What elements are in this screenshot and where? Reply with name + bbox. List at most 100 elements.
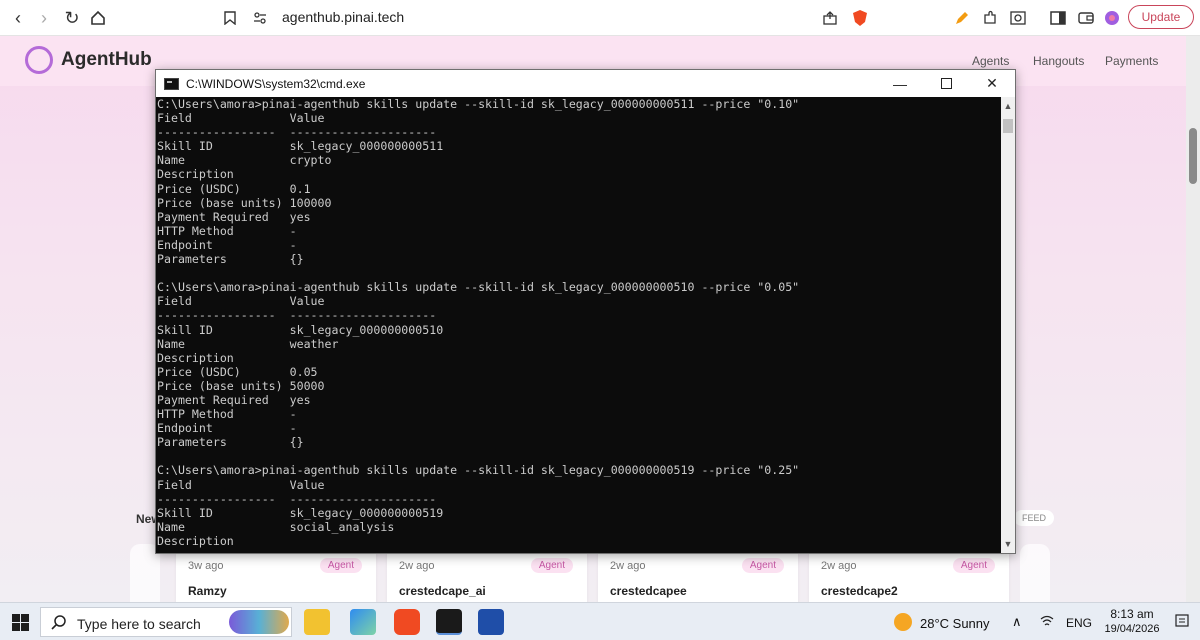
console-line: Name weather (157, 336, 339, 351)
clock-date[interactable]: 19/04/2026 (1096, 623, 1168, 635)
taskbar: Type here to search 28°C Sunny ∧ ENG 8:1… (0, 602, 1200, 640)
address-bar[interactable]: agenthub.pinai.tech (212, 6, 876, 30)
cmd-icon (164, 78, 179, 90)
console-line: C:\Users\amora>pinai-agenthub skills upd… (157, 97, 800, 111)
card-tag: Agent (319, 558, 362, 573)
console-line: Field Value (157, 477, 325, 492)
m365-icon[interactable] (350, 609, 376, 635)
search-icon (51, 614, 67, 635)
leo-ai-icon[interactable] (1100, 6, 1124, 30)
extensions-icon[interactable] (978, 6, 1002, 30)
minimize-button[interactable]: — (877, 70, 923, 97)
console-line: Description (157, 167, 234, 182)
notifications-icon[interactable] (1174, 613, 1190, 632)
taskbar-search[interactable]: Type here to search (40, 607, 292, 637)
brave-browser-icon[interactable] (394, 609, 420, 635)
clock-time[interactable]: 8:13 am (1104, 607, 1160, 621)
language-indicator[interactable]: ENG (1066, 616, 1092, 630)
card-name: crestedcapee (610, 584, 687, 598)
console-line: Name social_analysis (157, 519, 395, 534)
console-line: C:\Users\amora>pinai-agenthub skills upd… (157, 463, 800, 478)
file-explorer-icon[interactable] (304, 609, 330, 635)
console-line: Parameters {} (157, 435, 304, 450)
console-line: ----------------- --------------------- (157, 491, 437, 506)
cmd-window[interactable]: C:\WINDOWS\system32\cmd.exe — ✕ C:\Users… (155, 69, 1016, 554)
cmd-scrollbar[interactable]: ▲ ▼ (1001, 97, 1015, 553)
bookmark-icon[interactable] (218, 6, 242, 30)
home-icon[interactable] (86, 6, 110, 30)
card-time: 2w ago (821, 560, 857, 572)
cmd-title: C:\WINDOWS\system32\cmd.exe (186, 77, 366, 91)
console-line: Field Value (157, 294, 325, 309)
nav-agents[interactable]: Agents (972, 54, 1009, 68)
feed-badge[interactable]: FEED (1014, 510, 1055, 526)
console-line: Skill ID sk_legacy_000000000511 (157, 139, 444, 154)
close-button[interactable]: ✕ (969, 70, 1015, 97)
card-name: crestedcape2 (821, 584, 898, 598)
card-time: 3w ago (188, 560, 224, 572)
console-line: Name crypto (157, 153, 332, 168)
card-tag: Agent (952, 558, 995, 573)
tray-chevron-icon[interactable]: ∧ (1012, 614, 1022, 630)
carousel-next[interactable] (1020, 544, 1050, 602)
cmd-taskbar-icon[interactable] (436, 609, 462, 635)
card-name: Ramzy (188, 584, 227, 598)
wallet-icon[interactable] (1074, 6, 1098, 30)
card-tag: Agent (530, 558, 573, 573)
console-line: Payment Required yes (157, 392, 311, 407)
card-tag: Agent (741, 558, 784, 573)
console-line: C:\Users\amora>pinai-agenthub skills upd… (157, 280, 800, 295)
console-line: Payment Required yes (157, 209, 311, 224)
console-line: Parameters {} (157, 252, 304, 267)
scroll-up-icon[interactable]: ▲ (1001, 99, 1015, 113)
console-line: ----------------- --------------------- (157, 308, 437, 323)
cmd-titlebar[interactable]: C:\WINDOWS\system32\cmd.exe — ✕ (156, 70, 1015, 97)
url-text: agenthub.pinai.tech (282, 9, 405, 25)
console-line: HTTP Method - (157, 223, 297, 238)
pencil-icon[interactable] (950, 6, 974, 30)
reload-icon[interactable]: ↻ (60, 6, 84, 30)
console-line: Skill ID sk_legacy_000000000519 (157, 505, 444, 520)
weather-text[interactable]: 28°C Sunny (920, 616, 990, 631)
brave-shield-icon[interactable] (848, 6, 872, 30)
maximize-button[interactable] (923, 70, 969, 97)
share-icon[interactable] (818, 6, 842, 30)
weather-sun-icon[interactable] (894, 613, 912, 631)
powershell-icon[interactable] (478, 609, 504, 635)
console-line: Endpoint - (157, 421, 297, 436)
console-line: Description (157, 350, 234, 365)
sidebar-icon[interactable] (1046, 6, 1070, 30)
card-time: 2w ago (399, 560, 435, 572)
console-line: Field Value (157, 111, 325, 126)
console-line: Price (base units) 50000 (157, 378, 325, 393)
network-icon[interactable] (1040, 615, 1054, 630)
windows-start-icon[interactable] (12, 614, 29, 631)
page-scrollbar[interactable] (1186, 36, 1200, 602)
site-logo-text[interactable]: AgentHub (61, 49, 152, 71)
console-line: Price (USDC) 0.05 (157, 364, 318, 379)
console-line: Description (157, 533, 234, 548)
console-line: Price (USDC) 0.1 (157, 181, 311, 196)
search-highlight-icon (229, 610, 289, 634)
forward-icon[interactable]: › (32, 6, 56, 30)
media-icon[interactable] (1006, 6, 1030, 30)
site-info-icon[interactable] (248, 6, 272, 30)
back-icon[interactable]: ‹ (6, 6, 30, 30)
console-line: HTTP Method - (157, 407, 297, 422)
console-line: Price (base units) 100000 (157, 195, 332, 210)
console-output[interactable]: C:\Users\amora>pinai-agenthub skills upd… (156, 97, 1001, 553)
card-name: crestedcape_ai (399, 584, 486, 598)
nav-hangouts[interactable]: Hangouts (1033, 54, 1084, 68)
card-time: 2w ago (610, 560, 646, 572)
search-placeholder: Type here to search (77, 616, 201, 632)
update-button[interactable]: Update (1128, 5, 1194, 29)
page-scrollbar-thumb[interactable] (1189, 128, 1197, 184)
cmd-scrollbar-thumb[interactable] (1003, 119, 1013, 133)
nav-payments[interactable]: Payments (1105, 54, 1158, 68)
scroll-down-icon[interactable]: ▼ (1001, 537, 1015, 551)
console-line: Skill ID sk_legacy_000000000510 (157, 322, 444, 337)
agenthub-logo-icon[interactable] (25, 46, 53, 74)
console-line: ----------------- --------------------- (157, 125, 437, 140)
